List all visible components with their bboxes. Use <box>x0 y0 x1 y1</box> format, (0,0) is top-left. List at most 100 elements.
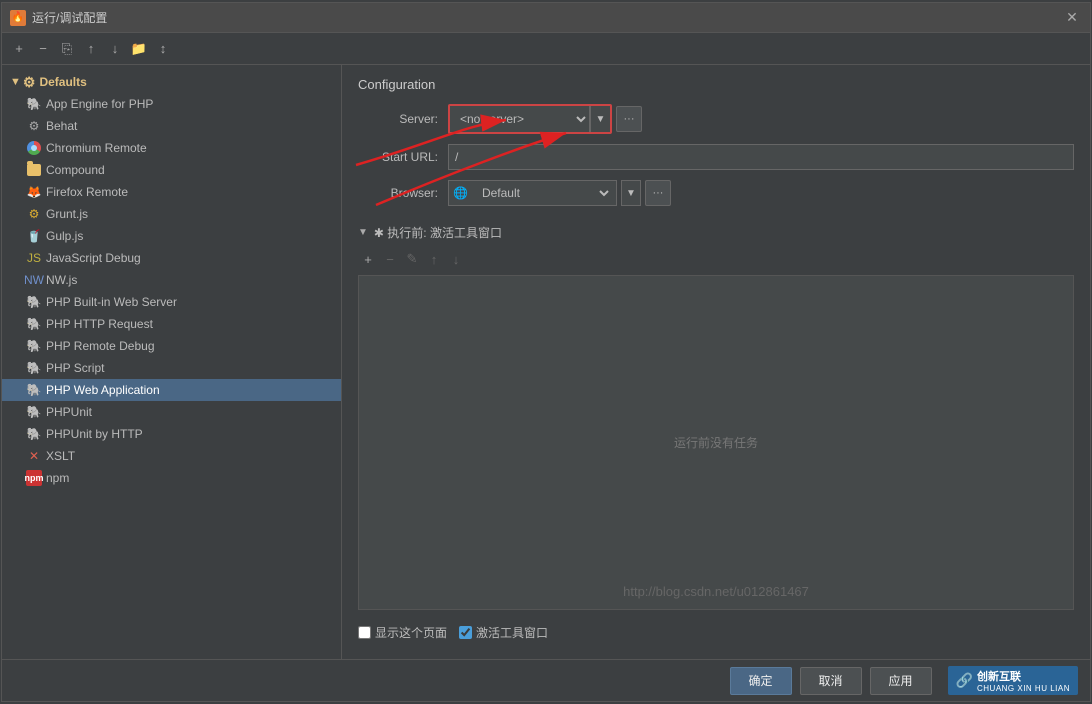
apply-button[interactable]: 应用 <box>870 667 932 695</box>
tree-item-php-remote[interactable]: 🐘 PHP Remote Debug <box>2 335 341 357</box>
server-edit-button[interactable]: ··· <box>616 106 642 132</box>
tree-item-firefox-remote[interactable]: 🦊 Firefox Remote <box>2 181 341 203</box>
task-up-button[interactable]: ↑ <box>424 249 444 269</box>
tree-item-compound[interactable]: Compound <box>2 159 341 181</box>
show-page-checkbox[interactable]: 显示这个页面 <box>358 624 447 641</box>
main-window: 🔥 运行/调试配置 ✕ + − ⎘ ↑ ↓ 📁 ↕ <box>1 2 1091 702</box>
section-expand-icon: ▼ <box>358 227 368 238</box>
tree-item-app-engine[interactable]: 🐘 App Engine for PHP <box>2 93 341 115</box>
tree-item-xslt[interactable]: ✕ XSLT <box>2 445 341 467</box>
tree-label-gulpjs: Gulp.js <box>46 229 83 243</box>
copy-icon: ⎘ <box>62 41 72 57</box>
footer-options: 显示这个页面 激活工具窗口 <box>358 624 1074 641</box>
tree-item-gulpjs[interactable]: 🥤 Gulp.js <box>2 225 341 247</box>
tree-item-javascript-debug[interactable]: JS JavaScript Debug <box>2 247 341 269</box>
tree-label-firefox-remote: Firefox Remote <box>46 185 128 199</box>
tree-item-behat[interactable]: ⚙ Behat <box>2 115 341 137</box>
tree-item-php-web[interactable]: 🐘 PHP Web Application <box>2 379 341 401</box>
sort-button[interactable]: ↕ <box>152 38 174 60</box>
tree-item-php-script[interactable]: 🐘 PHP Script <box>2 357 341 379</box>
gulp-icon: 🥤 <box>26 228 42 244</box>
xslt-icon: ✕ <box>26 448 42 464</box>
compound-icon <box>26 162 42 178</box>
tree-label-behat: Behat <box>46 119 77 133</box>
server-select[interactable]: <no server> <box>450 106 590 132</box>
tree-item-nwjs[interactable]: NW NW.js <box>2 269 341 291</box>
section-header[interactable]: ▼ ✱ 执行前: 激活工具窗口 <box>358 224 1074 241</box>
tree-item-php-built-in[interactable]: 🐘 PHP Built-in Web Server <box>2 291 341 313</box>
config-title: Configuration <box>358 77 1074 92</box>
move-down-button[interactable]: ↓ <box>104 38 126 60</box>
title-bar: 🔥 运行/调试配置 ✕ <box>2 3 1090 33</box>
empty-label: 运行前没有任务 <box>674 434 758 451</box>
php-built-in-icon: 🐘 <box>26 294 42 310</box>
app-icon: 🔥 <box>10 10 26 26</box>
tree-item-npm[interactable]: npm npm <box>2 467 341 489</box>
grunt-icon: ⚙ <box>26 206 42 222</box>
behat-icon: ⚙ <box>26 118 42 134</box>
activate-input[interactable] <box>459 626 472 639</box>
tree-item-chromium-remote[interactable]: Chromium Remote <box>2 137 341 159</box>
add-config-button[interactable]: + <box>8 38 30 60</box>
server-dropdown-btn[interactable]: ▼ <box>590 106 610 132</box>
start-url-input[interactable] <box>448 144 1074 170</box>
start-url-row: Start URL: <box>358 144 1074 170</box>
activate-checkbox[interactable]: 激活工具窗口 <box>459 624 548 641</box>
tree-label-phpunit: PHPUnit <box>46 405 92 419</box>
brand-icon: 🔗 <box>956 672 973 689</box>
remove-config-button[interactable]: − <box>32 38 54 60</box>
title-bar-left: 🔥 运行/调试配置 <box>10 9 107 26</box>
add-task-button[interactable]: + <box>358 249 378 269</box>
toolbar: + − ⎘ ↑ ↓ 📁 ↕ <box>2 33 1090 65</box>
browser-dropdown-btn[interactable]: ▼ <box>621 180 641 206</box>
php-web-icon: 🐘 <box>26 382 42 398</box>
browser-select[interactable]: Default <box>472 180 612 206</box>
sort-icon: ↕ <box>160 41 167 56</box>
browser-edit-button[interactable]: ··· <box>645 180 671 206</box>
right-panel: Configuration Server: <no server> ▼ ··· <box>342 65 1090 659</box>
window-title: 运行/调试配置 <box>32 9 107 26</box>
tree-label-compound: Compound <box>46 163 105 177</box>
tree-item-phpunit-http[interactable]: 🐘 PHPUnit by HTTP <box>2 423 341 445</box>
defaults-icon: ⚙ <box>23 74 36 91</box>
browser-row: Browser: 🌐 Default ▼ ··· <box>358 180 1074 206</box>
tree-label-php-script: PHP Script <box>46 361 104 375</box>
remove-task-button[interactable]: − <box>380 249 400 269</box>
tree-label-php-http: PHP HTTP Request <box>46 317 153 331</box>
folder-button[interactable]: 📁 <box>128 38 150 60</box>
right-panel-wrapper: Configuration Server: <no server> ▼ ··· <box>342 65 1090 659</box>
edit-task-button[interactable]: ✎ <box>402 249 422 269</box>
ok-button[interactable]: 确定 <box>730 667 792 695</box>
phpunit-icon: 🐘 <box>26 404 42 420</box>
php-remote-icon: 🐘 <box>26 338 42 354</box>
cancel-button[interactable]: 取消 <box>800 667 862 695</box>
copy-config-button[interactable]: ⎘ <box>56 38 78 60</box>
watermark: http://blog.csdn.net/u012861467 <box>623 584 809 599</box>
tree-label-javascript-debug: JavaScript Debug <box>46 251 141 265</box>
bottom-bar: 确定 取消 应用 🔗 创新互联 CHUANG XIN HU LIAN <box>2 659 1090 701</box>
activate-label: 激活工具窗口 <box>476 624 548 641</box>
server-row: Server: <no server> ▼ ··· <box>358 104 1074 134</box>
tree-root-item[interactable]: ▼ ⚙ Defaults <box>2 71 341 93</box>
start-url-label: Start URL: <box>358 150 448 164</box>
section-toolbar: + − ✎ ↑ ↓ <box>358 247 1074 271</box>
tree-item-phpunit[interactable]: 🐘 PHPUnit <box>2 401 341 423</box>
show-page-label: 显示这个页面 <box>375 624 447 641</box>
task-down-button[interactable]: ↓ <box>446 249 466 269</box>
show-page-input[interactable] <box>358 626 371 639</box>
tree-label-php-remote: PHP Remote Debug <box>46 339 155 353</box>
tasks-area: 运行前没有任务 http://blog.csdn.net/u012861467 <box>358 275 1074 610</box>
js-debug-icon: JS <box>26 250 42 266</box>
tree-root-label: Defaults <box>39 75 86 89</box>
tree-item-php-http[interactable]: 🐘 PHP HTTP Request <box>2 313 341 335</box>
browser-control: 🌐 Default ▼ ··· <box>448 180 1074 206</box>
tree-item-gruntjs[interactable]: ⚙ Grunt.js <box>2 203 341 225</box>
php-http-icon: 🐘 <box>26 316 42 332</box>
close-button[interactable]: ✕ <box>1062 8 1082 28</box>
brand-name: 创新互联 <box>977 668 1070 684</box>
nwjs-icon: NW <box>26 272 42 288</box>
phpunit-http-icon: 🐘 <box>26 426 42 442</box>
move-up-button[interactable]: ↑ <box>80 38 102 60</box>
section-label: ✱ 执行前: 激活工具窗口 <box>374 224 502 241</box>
tree-label-php-web: PHP Web Application <box>46 383 160 397</box>
